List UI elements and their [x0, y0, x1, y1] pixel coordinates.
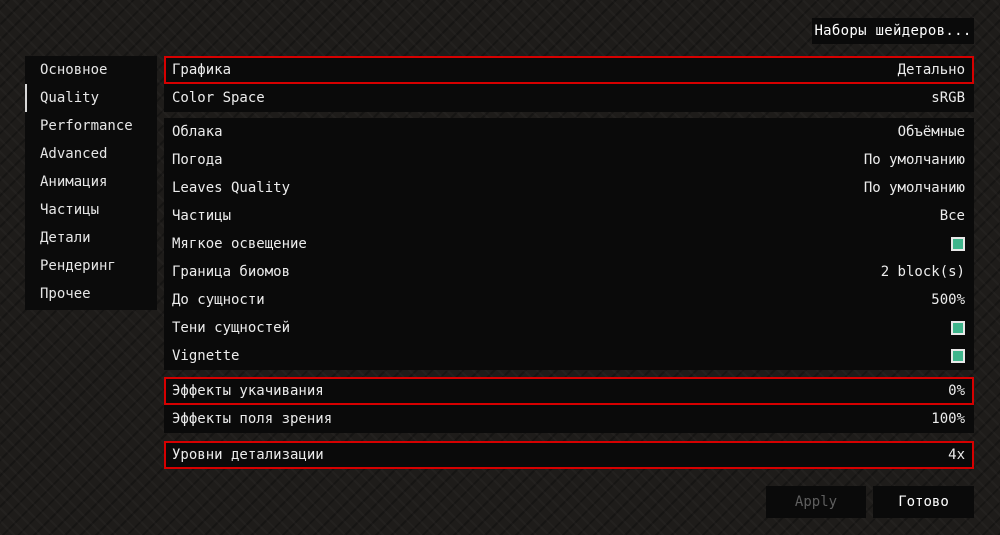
checkbox-checked-icon[interactable] — [951, 349, 965, 363]
setting-label: Облака — [172, 124, 223, 140]
setting-label: Эффекты укачивания — [172, 383, 324, 399]
setting-row-entity-shadows[interactable]: Тени сущностей — [164, 314, 974, 342]
setting-value: sRGB — [931, 90, 965, 106]
setting-value: 0% — [948, 383, 965, 399]
setting-value: Объёмные — [897, 124, 965, 140]
shader-packs-button[interactable]: Наборы шейдеров... — [812, 18, 974, 44]
setting-row-leaves-quality[interactable]: Leaves Quality По умолчанию — [164, 174, 974, 202]
setting-value: 2 block(s) — [880, 264, 965, 280]
setting-label: Уровни детализации — [172, 447, 324, 463]
setting-row-particles[interactable]: Частицы Все — [164, 202, 974, 230]
setting-label: Leaves Quality — [172, 180, 291, 196]
category-sidebar: Основное Quality Performance Advanced Ан… — [25, 56, 157, 310]
setting-label: Погода — [172, 152, 223, 168]
sidebar-item-rendering[interactable]: Рендеринг — [25, 252, 157, 280]
done-button[interactable]: Готово — [873, 486, 974, 518]
sidebar-item-details[interactable]: Детали — [25, 224, 157, 252]
setting-value: 500% — [931, 292, 965, 308]
setting-row-distortion-effects[interactable]: Эффекты укачивания 0% — [164, 377, 974, 405]
setting-row-vignette[interactable]: Vignette — [164, 342, 974, 370]
sidebar-item-particles[interactable]: Частицы — [25, 196, 157, 224]
setting-value: 4x — [948, 447, 965, 463]
settings-group-effects: Эффекты укачивания 0% Эффекты поля зрени… — [164, 377, 974, 433]
sidebar-item-performance[interactable]: Performance — [25, 112, 157, 140]
setting-value: По умолчанию — [863, 152, 965, 168]
setting-row-weather[interactable]: Погода По умолчанию — [164, 146, 974, 174]
setting-row-biome-blend[interactable]: Граница биомов 2 block(s) — [164, 258, 974, 286]
checkbox-checked-icon[interactable] — [951, 237, 965, 251]
sidebar-item-advanced[interactable]: Advanced — [25, 140, 157, 168]
settings-group-mipmap: Уровни детализации 4x — [164, 441, 974, 469]
sidebar-item-other[interactable]: Прочее — [25, 280, 157, 308]
setting-row-fov-effects[interactable]: Эффекты поля зрения 100% — [164, 405, 974, 433]
setting-label: Color Space — [172, 90, 265, 106]
setting-label: Мягкое освещение — [172, 236, 307, 252]
checkbox-checked-icon[interactable] — [951, 321, 965, 335]
setting-value: По умолчанию — [863, 180, 965, 196]
setting-value: Детально — [897, 62, 965, 78]
setting-row-color-space[interactable]: Color Space sRGB — [164, 84, 974, 112]
setting-label: Частицы — [172, 208, 232, 224]
settings-group-graphics: Графика Детально Color Space sRGB — [164, 56, 974, 112]
setting-label: Графика — [172, 62, 232, 78]
setting-row-graphics[interactable]: Графика Детально — [164, 56, 974, 84]
sidebar-item-quality[interactable]: Quality — [25, 84, 157, 112]
setting-label: Vignette — [172, 348, 240, 364]
setting-row-clouds[interactable]: Облака Объёмные — [164, 118, 974, 146]
setting-value: Все — [939, 208, 965, 224]
settings-group-quality: Облака Объёмные Погода По умолчанию Leav… — [164, 118, 974, 370]
setting-row-entity-distance[interactable]: До сущности 500% — [164, 286, 974, 314]
setting-row-mipmap-levels[interactable]: Уровни детализации 4x — [164, 441, 974, 469]
setting-label: Тени сущностей — [172, 320, 291, 336]
sidebar-item-animation[interactable]: Анимация — [25, 168, 157, 196]
setting-label: Граница биомов — [172, 264, 291, 280]
setting-row-smooth-lighting[interactable]: Мягкое освещение — [164, 230, 974, 258]
apply-button[interactable]: Apply — [766, 486, 866, 518]
sidebar-item-general[interactable]: Основное — [25, 56, 157, 84]
setting-label: До сущности — [172, 292, 265, 308]
setting-label: Эффекты поля зрения — [172, 411, 333, 427]
setting-value: 100% — [931, 411, 965, 427]
